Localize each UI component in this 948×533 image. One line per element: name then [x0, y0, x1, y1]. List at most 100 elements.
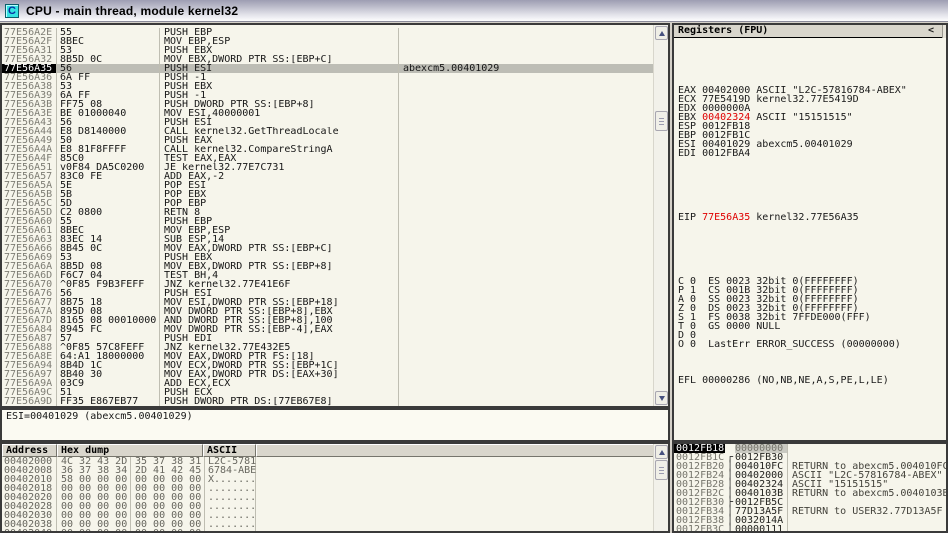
- disasm-row[interactable]: 77E56A36 6A FF PUSH -1: [2, 73, 653, 82]
- flag-row[interactable]: T 0 GS 0000 NULL: [678, 322, 946, 331]
- scroll-thumb[interactable]: [655, 111, 668, 131]
- disasm-row[interactable]: 77E56A39 6A FF PUSH -1: [2, 91, 653, 100]
- disasm-row[interactable]: 77E56A3E BE 01000040 MOV ESI,40000001: [2, 109, 653, 118]
- disasm-row[interactable]: 77E56A43 56 PUSH ESI: [2, 118, 653, 127]
- disasm-row[interactable]: 77E56A9A 03C9 ADD ECX,ECX: [2, 379, 653, 388]
- hex-dump-pane[interactable]: Address Hex dump ASCII 00402000 4C 32 43…: [0, 442, 670, 533]
- disasm-row[interactable]: 77E56A88 ^0F85 57C8FEFF JNZ kernel32.77E…: [2, 343, 653, 352]
- disasm-row[interactable]: 77E56A4F 85C0 TEST EAX,EAX: [2, 154, 653, 163]
- disasm-row[interactable]: 77E56A63 83EC 14 SUB ESP,14: [2, 235, 653, 244]
- disasm-row[interactable]: 77E56A60 55 PUSH EBP: [2, 217, 653, 226]
- disasm-bytes: 53: [56, 46, 159, 55]
- disasm-instruction: MOV DWORD PTR SS:[EBP-4],EAX: [159, 325, 398, 334]
- disasm-address: 77E56A6A: [2, 262, 56, 271]
- disasm-row[interactable]: 77E56A6A 8B5D 08 MOV EBX,DWORD PTR SS:[E…: [2, 262, 653, 271]
- disasm-row[interactable]: 77E56A66 8B45 0C MOV EAX,DWORD PTR SS:[E…: [2, 244, 653, 253]
- cpu-window-icon[interactable]: C: [5, 4, 19, 18]
- disasm-instruction: PUSH EBX: [159, 82, 398, 91]
- disasm-row[interactable]: 77E56A9D FF35 E867EB77 PUSH DWORD PTR DS…: [2, 397, 653, 406]
- stack-row[interactable]: 0012FB3C │ 00000111: [674, 525, 946, 533]
- disasm-row[interactable]: 77E56A9C 51 PUSH ECX: [2, 388, 653, 397]
- disasm-bytes: 8BEC: [56, 37, 159, 46]
- disasm-instruction: AND DWORD PTR SS:[EBP+8],100: [159, 316, 398, 325]
- register-comment: abexcm5.00401029: [750, 139, 852, 150]
- disasm-row[interactable]: 77E56A51 v0F84 DA5C0200 JE kernel32.77E7…: [2, 163, 653, 172]
- disasm-bytes: 56: [56, 118, 159, 127]
- disasm-bytes: ^0F85 57C8FEFF: [56, 343, 159, 352]
- disasm-address: 77E56A60: [2, 217, 56, 226]
- disasm-row[interactable]: 77E56A32 8B5D 0C MOV EBX,DWORD PTR SS:[E…: [2, 55, 653, 64]
- disasm-address: 77E56A44: [2, 127, 56, 136]
- scroll-thumb[interactable]: [655, 460, 668, 480]
- thumb-grip-icon: [659, 467, 664, 475]
- disasm-instruction: PUSH ESI: [159, 64, 398, 73]
- disasm-row[interactable]: 77E56A38 53 PUSH EBX: [2, 82, 653, 91]
- disasm-row[interactable]: 77E56A5D C2 0800 RETN 8: [2, 208, 653, 217]
- dump-row[interactable]: 00402040 00 00 00 00 00 00 00 00 .......…: [2, 529, 653, 533]
- info-line: ESI=00401029 (abexcm5.00401029): [2, 410, 668, 421]
- disasm-row[interactable]: 77E56A84 8945 FC MOV DWORD PTR SS:[EBP-4…: [2, 325, 653, 334]
- disasm-row[interactable]: 77E56A5C 5D POP EBP: [2, 199, 653, 208]
- disasm-row[interactable]: 77E56A69 53 PUSH EBX: [2, 253, 653, 262]
- disasm-row[interactable]: 77E56A49 50 PUSH EAX: [2, 136, 653, 145]
- disasm-row[interactable]: 77E56A87 57 PUSH EDI: [2, 334, 653, 343]
- scroll-up-button[interactable]: [655, 445, 668, 459]
- disassembly-pane[interactable]: 77E56A2E 55 PUSH EBP 77E56A2F 8BEC MOV E…: [0, 23, 670, 408]
- disasm-row[interactable]: 77E56A31 53 PUSH EBX: [2, 46, 653, 55]
- disasm-address: 77E56A3E: [2, 109, 56, 118]
- disasm-row[interactable]: 77E56A5B 5B POP EBX: [2, 190, 653, 199]
- disasm-instruction: MOV ESI,40000001: [159, 109, 398, 118]
- disasm-row[interactable]: 77E56A35 56 PUSH ESI abexcm5.00401029: [2, 64, 653, 73]
- disasm-row[interactable]: 77E56A7D 8165 08 00010000 AND DWORD PTR …: [2, 316, 653, 325]
- disasm-bytes: v0F84 DA5C0200: [56, 163, 159, 172]
- disasm-comment: [398, 244, 653, 253]
- disasm-row[interactable]: 77E56A57 83C0 FE ADD EAX,-2: [2, 172, 653, 181]
- eip-row[interactable]: EIP 77E56A35 kernel32.77E56A35: [678, 213, 946, 222]
- disasm-row[interactable]: 77E56A97 8B40 30 MOV EAX,DWORD PTR DS:[E…: [2, 370, 653, 379]
- disasm-instruction: PUSH ESI: [159, 289, 398, 298]
- disasm-bytes: 5D: [56, 199, 159, 208]
- disassembly-scrollbar[interactable]: [653, 25, 668, 406]
- eip-list: EIP 77E56A35 kernel32.77E56A35: [678, 185, 946, 222]
- flag-row[interactable]: O 0 LastErr ERROR_SUCCESS (00000000): [678, 340, 946, 349]
- disasm-row[interactable]: 77E56A76 56 PUSH ESI: [2, 289, 653, 298]
- disasm-comment: [398, 316, 653, 325]
- disasm-address: 77E56A5C: [2, 199, 56, 208]
- stack-pane[interactable]: 0012FB18 00000000 0012FB1C ┌ 0012FB30 00…: [672, 442, 948, 533]
- disasm-comment: [398, 154, 653, 163]
- disasm-row[interactable]: 77E56A94 8B4D 1C MOV ECX,DWORD PTR SS:[E…: [2, 361, 653, 370]
- efl-row[interactable]: EFL 00000286 (NO,NB,NE,A,S,PE,L,LE): [678, 376, 946, 385]
- disasm-comment: [398, 334, 653, 343]
- disasm-row[interactable]: 77E56A8E 64:A1 18000000 MOV EAX,DWORD PT…: [2, 352, 653, 361]
- disasm-row[interactable]: 77E56A5A 5E POP ESI: [2, 181, 653, 190]
- scroll-down-button[interactable]: [655, 391, 668, 405]
- disasm-instruction: SUB ESP,14: [159, 235, 398, 244]
- disasm-instruction: PUSH DWORD PTR SS:[EBP+8]: [159, 100, 398, 109]
- disasm-instruction: MOV DWORD PTR SS:[EBP+8],EBX: [159, 307, 398, 316]
- disasm-row[interactable]: 77E56A61 8BEC MOV EBP,ESP: [2, 226, 653, 235]
- scroll-up-button[interactable]: [655, 26, 668, 40]
- disasm-row[interactable]: 77E56A6D F6C7 04 TEST BH,4: [2, 271, 653, 280]
- disasm-comment: [398, 55, 653, 64]
- disasm-row[interactable]: 77E56A44 E8 D8140000 CALL kernel32.GetTh…: [2, 127, 653, 136]
- registers-pane[interactable]: Registers (FPU) < EAX 00402000 ASCII "L2…: [672, 23, 948, 442]
- disasm-row[interactable]: 77E56A4A E8 81F8FFFF CALL kernel32.Compa…: [2, 145, 653, 154]
- disasm-address: 77E56A88: [2, 343, 56, 352]
- disasm-bytes: 5B: [56, 190, 159, 199]
- disasm-row[interactable]: 77E56A7A 895D 08 MOV DWORD PTR SS:[EBP+8…: [2, 307, 653, 316]
- dump-scrollbar[interactable]: [653, 444, 668, 531]
- disasm-comment: [398, 181, 653, 190]
- title-bar[interactable]: C CPU - main thread, module kernel32: [0, 0, 948, 22]
- disasm-comment: [398, 352, 653, 361]
- disasm-row[interactable]: 77E56A2F 8BEC MOV EBP,ESP: [2, 37, 653, 46]
- disasm-row[interactable]: 77E56A3B FF75 08 PUSH DWORD PTR SS:[EBP+…: [2, 100, 653, 109]
- disasm-comment: [398, 163, 653, 172]
- register-row[interactable]: EDI 0012FBA4: [678, 149, 946, 158]
- disasm-row[interactable]: 77E56A2E 55 PUSH EBP: [2, 28, 653, 37]
- disasm-row[interactable]: 77E56A70 ^0F85 F9B3FEFF JNZ kernel32.77E…: [2, 280, 653, 289]
- disasm-comment: [398, 46, 653, 55]
- disasm-row[interactable]: 77E56A77 8B75 18 MOV ESI,DWORD PTR SS:[E…: [2, 298, 653, 307]
- info-pane[interactable]: ESI=00401029 (abexcm5.00401029): [0, 408, 670, 442]
- registers-collapse-button[interactable]: <: [928, 25, 934, 37]
- disasm-address: 77E56A8E: [2, 352, 56, 361]
